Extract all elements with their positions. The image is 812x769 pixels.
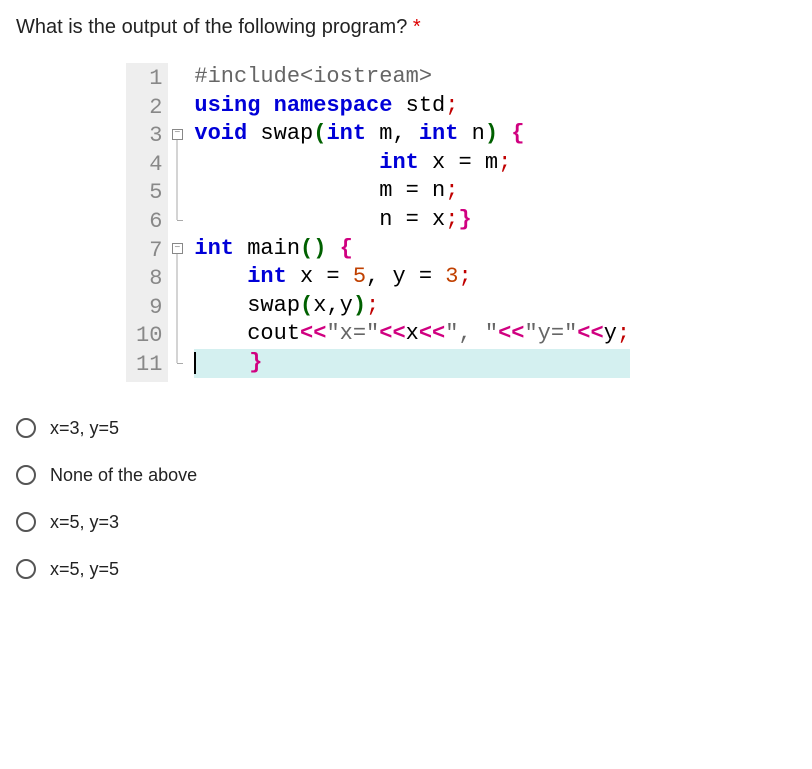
question-text: What is the output of the following prog… — [16, 16, 796, 39]
code-line: int main() { — [194, 235, 630, 264]
code-content: #include<iostream> using namespace std; … — [186, 63, 630, 382]
line-number-gutter: 1 2 3 4 5 6 7 8 9 10 11 — [126, 63, 168, 382]
code-line: swap(x,y); — [194, 292, 630, 321]
code-line: using namespace std; — [194, 92, 630, 121]
option-4[interactable]: x=5, y=5 — [16, 559, 796, 580]
fold-minus-icon[interactable]: − — [172, 243, 183, 254]
option-2[interactable]: None of the above — [16, 465, 796, 486]
code-line: void swap(int m, int n) { — [194, 120, 630, 149]
fold-column: − − — [168, 63, 186, 382]
radio-icon[interactable] — [16, 559, 36, 579]
radio-icon[interactable] — [16, 512, 36, 532]
code-line: int x = 5, y = 3; — [194, 263, 630, 292]
option-label: x=3, y=5 — [50, 418, 119, 439]
radio-icon[interactable] — [16, 418, 36, 438]
code-line: #include<iostream> — [194, 63, 630, 92]
code-block: 1 2 3 4 5 6 7 8 9 10 11 − − #include<ios… — [126, 63, 796, 382]
code-line: int x = m; — [194, 149, 630, 178]
radio-icon[interactable] — [16, 465, 36, 485]
code-line: n = x;} — [194, 206, 630, 235]
code-line: } — [194, 349, 630, 378]
required-star: * — [413, 16, 421, 38]
option-label: x=5, y=5 — [50, 559, 119, 580]
code-line: m = n; — [194, 177, 630, 206]
option-label: x=5, y=3 — [50, 512, 119, 533]
fold-minus-icon[interactable]: − — [172, 129, 183, 140]
option-1[interactable]: x=3, y=5 — [16, 418, 796, 439]
code-line: cout<<"x="<<x<<", "<<"y="<<y; — [194, 320, 630, 349]
option-3[interactable]: x=5, y=3 — [16, 512, 796, 533]
answer-options: x=3, y=5 None of the above x=5, y=3 x=5,… — [16, 418, 796, 580]
option-label: None of the above — [50, 465, 197, 486]
